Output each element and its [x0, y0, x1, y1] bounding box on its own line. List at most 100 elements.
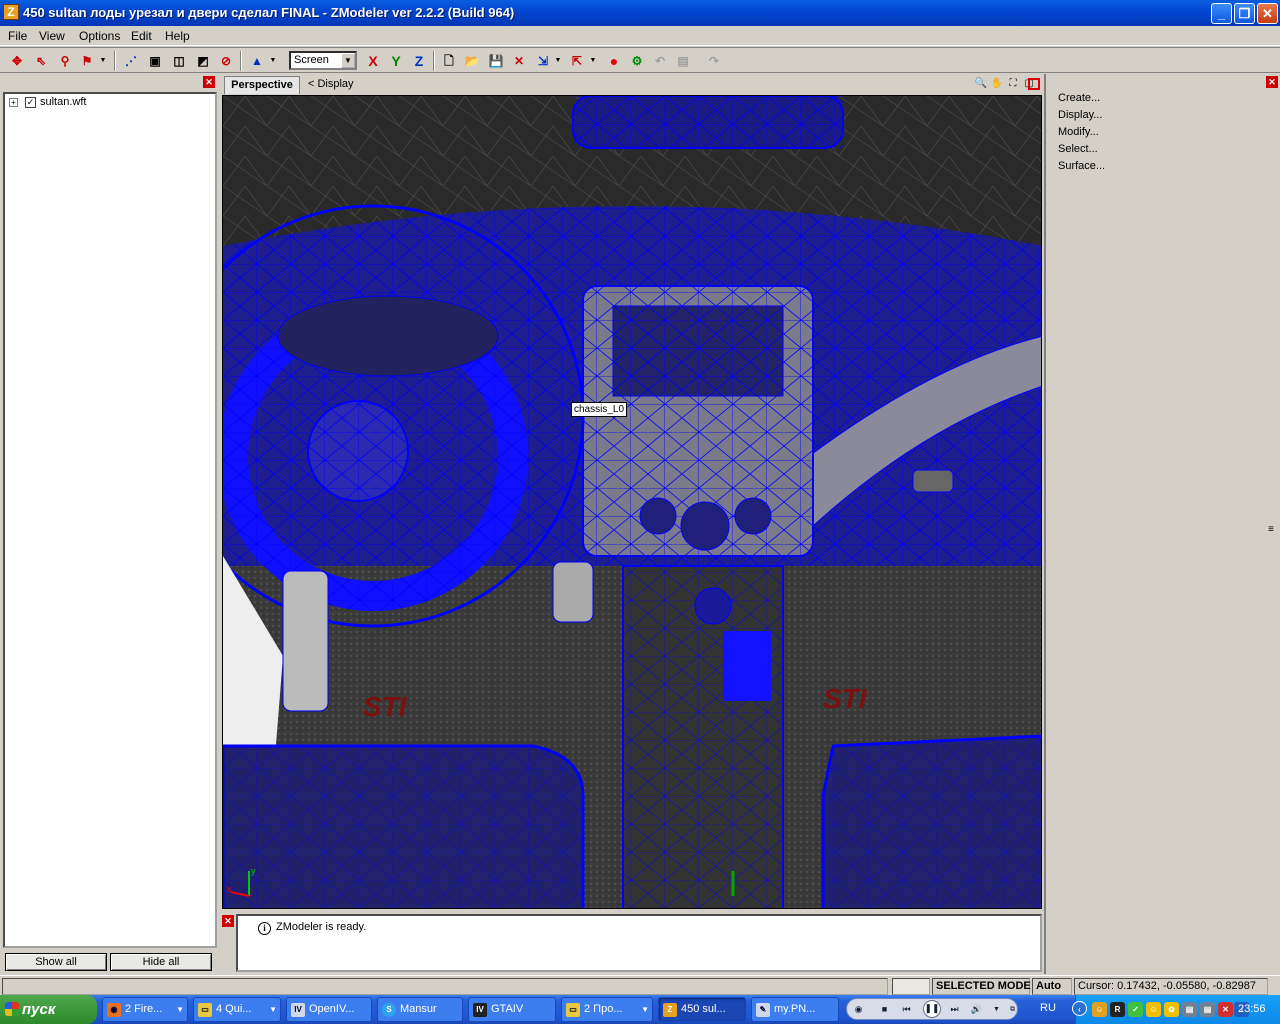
vertex-mode-icon[interactable]: ⋰ [122, 52, 140, 70]
task-zmodeler[interactable]: Z 450 sul... [658, 997, 746, 1022]
axis-y-toggle[interactable]: Y [387, 52, 405, 70]
tray-smile-icon[interactable]: ☺ [1146, 1002, 1161, 1017]
tray-network-icon[interactable]: ▤ [1182, 1002, 1197, 1017]
history-icon[interactable]: ▤ [674, 52, 692, 70]
undo-icon[interactable]: ↶ [651, 52, 669, 70]
new-file-icon[interactable]: 🗋 [440, 52, 458, 70]
select-tool-icon[interactable]: ✥ [8, 52, 26, 70]
dropdown-arrow-icon[interactable]: ▼ [553, 52, 563, 70]
task-quick[interactable]: ▭ 4 Qui... ▼ [193, 997, 281, 1022]
close-log-icon[interactable]: ✕ [222, 915, 234, 927]
menu-edit[interactable]: Edit [131, 29, 152, 43]
task-label: 2 Про... [584, 1003, 623, 1015]
tray-icq-icon[interactable]: ✿ [1164, 1002, 1179, 1017]
command-modify[interactable]: Modify... [1058, 126, 1099, 138]
restore-player-icon[interactable]: ⧉ [1005, 1002, 1020, 1017]
hide-all-button[interactable]: Hide all [110, 953, 212, 971]
minimize-button[interactable]: _ [1211, 3, 1232, 24]
clock[interactable]: 23:56 [1238, 1003, 1266, 1015]
pan-hand-icon[interactable]: ✋ [990, 77, 1004, 91]
tree-item-sultan[interactable]: sultan.wft [40, 96, 86, 108]
face-mode-icon[interactable]: ◫ [170, 52, 188, 70]
next-icon[interactable]: ⏭ [947, 1002, 962, 1017]
dropdown-arrow-icon[interactable]: ▼ [989, 1002, 1004, 1017]
object-mode-icon[interactable]: ▣ [146, 52, 164, 70]
toolbar-separator [240, 51, 242, 71]
import-icon[interactable]: ⇲ [534, 52, 552, 70]
chevron-down-icon[interactable]: ▼ [341, 53, 355, 68]
windows-taskbar: пуск ◉ 2 Fire... ▼ ▭ 4 Qui... ▼ IV OpenIV... … [0, 995, 1280, 1024]
toolbar-separator [114, 51, 116, 71]
element-mode-icon[interactable]: ◩ [194, 52, 212, 70]
task-openiv[interactable]: IV OpenIV... [286, 997, 372, 1022]
object-name-tooltip: chassis_L0 [571, 402, 628, 417]
export-icon[interactable]: ⇱ [568, 52, 586, 70]
scene-tree-panel: + ✓ sultan.wft [3, 92, 217, 948]
task-label: 450 sul... [681, 1003, 726, 1015]
panel-splitter-grip[interactable]: ≡ [1268, 524, 1274, 535]
group-tool-icon[interactable]: ⚑ [78, 52, 96, 70]
maximize-button[interactable]: ❐ [1234, 3, 1255, 24]
show-all-button[interactable]: Show all [5, 953, 107, 971]
pause-icon[interactable]: ❚❚ [923, 1000, 941, 1018]
settings-icon[interactable]: ⚙ [628, 52, 646, 70]
command-select[interactable]: Select... [1058, 143, 1098, 155]
task-firefox[interactable]: ◉ 2 Fire... ▼ [102, 997, 188, 1022]
coord-system-select[interactable]: Screen ▼ [289, 51, 357, 70]
pick-tool-icon[interactable]: ⇖ [32, 52, 50, 70]
wireframe-render: STI STI y x [223, 96, 1041, 908]
fit-view-icon[interactable]: ⛶ [1006, 77, 1020, 91]
run-tool-icon[interactable]: ⚲ [56, 52, 74, 70]
zmodeler-app-icon[interactable]: Z [3, 4, 19, 20]
command-create[interactable]: Create... [1058, 92, 1100, 104]
tray-security-icon[interactable]: ✕ [1218, 1002, 1233, 1017]
tray-network2-icon[interactable]: ▤ [1200, 1002, 1215, 1017]
menu-help[interactable]: Help [165, 29, 190, 43]
open-file-icon[interactable]: 📂 [463, 52, 481, 70]
task-gtaiv[interactable]: IV GTAIV [468, 997, 556, 1022]
media-player-bar: ◉ ■ ⏮ ❚❚ ⏭ 🔊 ▼ ⧉ [846, 998, 1018, 1020]
close-panel-icon[interactable]: ✕ [203, 76, 215, 88]
redo-icon[interactable]: ↷ [705, 52, 723, 70]
close-command-panel-icon[interactable]: ✕ [1266, 76, 1278, 88]
dropdown-arrow-icon[interactable]: ▼ [98, 52, 108, 70]
menu-view[interactable]: View [39, 29, 65, 43]
command-display[interactable]: Display... [1058, 109, 1102, 121]
zoom-icon[interactable]: 🔍 [974, 77, 988, 91]
axis-y-label: y [251, 866, 256, 876]
save-file-icon[interactable]: 💾 [487, 52, 505, 70]
stop-icon[interactable]: ■ [877, 1002, 892, 1017]
perspective-viewport[interactable]: STI STI y x chassis_L0 [222, 95, 1042, 909]
axis-x-toggle[interactable]: X [364, 52, 382, 70]
tab-perspective[interactable]: Perspective [224, 76, 300, 94]
expand-icon[interactable]: + [9, 98, 18, 107]
delete-icon[interactable]: ✕ [510, 52, 528, 70]
close-window-button[interactable]: ✕ [1257, 3, 1278, 24]
tray-app-icon[interactable]: ☺ [1092, 1002, 1107, 1017]
dropdown-arrow-icon[interactable]: ▼ [588, 52, 598, 70]
visibility-checkbox[interactable]: ✓ [25, 97, 36, 108]
task-skype[interactable]: S Mansur [377, 997, 463, 1022]
exclude-mode-icon[interactable]: ⊘ [217, 52, 235, 70]
dropdown-arrow-icon[interactable]: ▼ [268, 52, 278, 70]
axis-lock-icon[interactable]: ▲ [248, 52, 266, 70]
pedal-left [282, 570, 329, 712]
tray-r-icon[interactable]: R [1110, 1002, 1125, 1017]
axis-z-toggle[interactable]: Z [410, 52, 428, 70]
record-icon[interactable]: ● [605, 52, 623, 70]
menu-options[interactable]: Options [79, 29, 120, 43]
tray-expand-icon[interactable]: ‹ [1072, 1001, 1087, 1016]
display-breadcrumb[interactable]: < Display [308, 78, 354, 90]
task-paint[interactable]: ✎ my.PN... [751, 997, 839, 1022]
menu-file[interactable]: File [8, 29, 27, 43]
media-switch-icon[interactable]: ◉ [851, 1002, 866, 1017]
menu-bar: File View Options Edit Help [0, 26, 1280, 46]
tray-check-icon[interactable]: ✓ [1128, 1002, 1143, 1017]
window-title: 450 sultan лоды урезал и двери сделал FI… [23, 5, 515, 20]
volume-icon[interactable]: 🔊 [969, 1002, 984, 1017]
task-explorer[interactable]: ▭ 2 Про... ▼ [561, 997, 653, 1022]
viewport-close-icon[interactable] [1028, 78, 1040, 90]
language-indicator[interactable]: RU [1040, 1002, 1056, 1014]
previous-icon[interactable]: ⏮ [899, 1002, 914, 1017]
command-surface[interactable]: Surface... [1058, 160, 1105, 172]
